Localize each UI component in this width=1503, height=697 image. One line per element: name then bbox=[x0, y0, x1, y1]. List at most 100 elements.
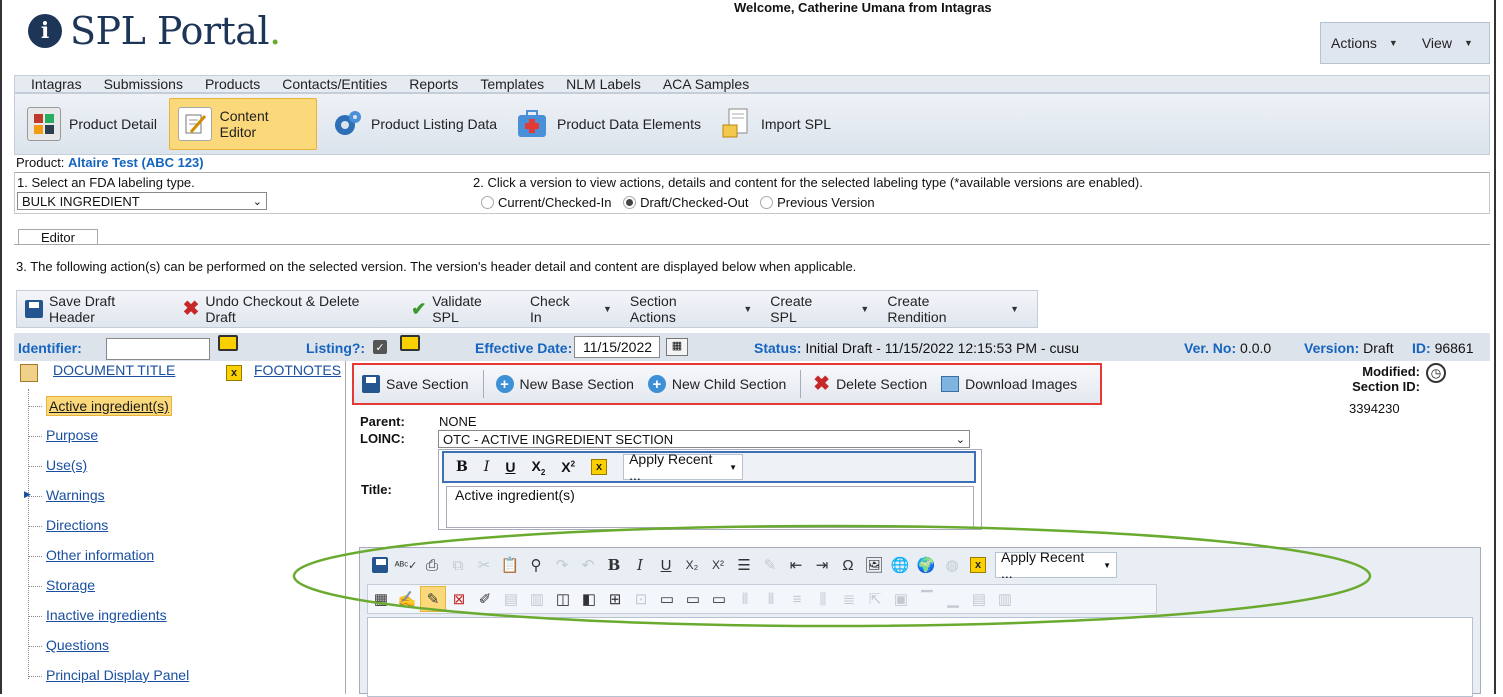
save-icon[interactable] bbox=[367, 552, 393, 578]
indent-icon[interactable]: ⇥ bbox=[809, 552, 835, 578]
delete-section-button[interactable]: ✖ Delete Section bbox=[813, 374, 927, 394]
menu-item-products[interactable]: Products bbox=[205, 76, 260, 92]
menu-item-aca-samples[interactable]: ACA Samples bbox=[663, 76, 749, 92]
product-detail-button[interactable]: Product Detail bbox=[19, 98, 165, 150]
tree-item-active-ingredients[interactable]: Active ingredient(s) bbox=[46, 396, 172, 416]
content-edit-area[interactable] bbox=[367, 617, 1473, 697]
subscript-icon[interactable]: X₂ bbox=[679, 552, 705, 578]
paste-icon[interactable]: 📋 bbox=[497, 552, 523, 578]
note-icon[interactable] bbox=[400, 335, 420, 351]
menu-item-reports[interactable]: Reports bbox=[409, 76, 458, 92]
edit-document-icon bbox=[178, 107, 212, 141]
undo-checkout-button[interactable]: ✖ Undo Checkout & Delete Draft bbox=[183, 293, 394, 325]
table-edit-icon[interactable]: ✎ bbox=[420, 586, 446, 612]
globe-link-icon[interactable]: 🌐 bbox=[887, 552, 913, 578]
superscript-icon[interactable]: X² bbox=[705, 552, 731, 578]
tree-item-warnings[interactable]: Warnings bbox=[46, 487, 105, 503]
menu-item-contacts[interactable]: Contacts/Entities bbox=[282, 76, 387, 92]
expand-arrow-icon[interactable]: ▶ bbox=[24, 489, 31, 500]
view-menu-button[interactable]: View ▼ bbox=[1422, 35, 1473, 51]
menu-item-intagras[interactable]: Intagras bbox=[31, 76, 82, 92]
download-images-button[interactable]: Download Images bbox=[941, 376, 1077, 392]
tree-item-storage[interactable]: Storage bbox=[46, 577, 95, 593]
effective-date-input[interactable]: 11/15/2022 bbox=[574, 336, 660, 358]
menu-item-nlm-labels[interactable]: NLM Labels bbox=[566, 76, 641, 92]
grid-icon[interactable]: ⊞ bbox=[602, 586, 628, 612]
menu-item-submissions[interactable]: Submissions bbox=[104, 76, 183, 92]
listing-checkbox[interactable]: ✓ bbox=[373, 340, 387, 354]
apply-recent-dropdown-2[interactable]: Apply Recent ... ▼ bbox=[995, 549, 1117, 581]
save-draft-header-button[interactable]: Save Draft Header bbox=[25, 293, 165, 325]
outdent-icon[interactable]: ⇤ bbox=[783, 552, 809, 578]
product-data-elements-button[interactable]: Product Data Elements bbox=[507, 98, 709, 150]
create-spl-menu[interactable]: Create SPL ▼ bbox=[770, 293, 869, 325]
actions-menu-button[interactable]: Actions ▼ bbox=[1331, 35, 1398, 51]
clear-format-icon[interactable]: x bbox=[591, 459, 608, 475]
merge-cell-icon[interactable]: ◧ bbox=[576, 586, 602, 612]
new-child-section-button[interactable]: + New Child Section bbox=[647, 375, 786, 393]
app-logo[interactable]: i SPL Portal. bbox=[28, 6, 281, 56]
table-icon[interactable]: ▦ bbox=[368, 586, 394, 612]
apply-recent-dropdown[interactable]: Apply Recent ... ▼ bbox=[623, 451, 744, 483]
identifier-input[interactable] bbox=[106, 338, 210, 360]
subscript-icon[interactable]: X2 bbox=[532, 458, 546, 477]
loinc-select[interactable]: OTC - ACTIVE INGREDIENT SECTION ⌄ bbox=[438, 430, 970, 448]
title-input[interactable]: Active ingredient(s) bbox=[446, 486, 974, 528]
labeling-type-select[interactable]: BULK INGREDIENT ⌄ bbox=[17, 192, 267, 210]
tree-item-uses[interactable]: Use(s) bbox=[46, 457, 87, 473]
content-editor-button[interactable]: Content Editor bbox=[169, 98, 317, 150]
bullet-list-icon[interactable]: ☰ bbox=[731, 552, 757, 578]
omega-symbol-icon[interactable]: Ω bbox=[835, 552, 861, 578]
superscript-icon[interactable]: X2 bbox=[561, 459, 575, 475]
italic-icon[interactable]: I bbox=[484, 459, 490, 475]
align-right-icon[interactable]: ▭ bbox=[706, 586, 732, 612]
create-rendition-menu[interactable]: Create Rendition ▼ bbox=[887, 293, 1019, 325]
import-spl-button[interactable]: Import SPL bbox=[711, 98, 839, 150]
menu-item-templates[interactable]: Templates bbox=[480, 76, 544, 92]
print-icon[interactable]: ⎙ bbox=[419, 552, 445, 578]
globe-unlink-icon[interactable]: 🌍 bbox=[913, 552, 939, 578]
tree-item-principal-display-panel[interactable]: Principal Display Panel bbox=[46, 667, 189, 683]
underline-icon[interactable]: U bbox=[653, 552, 679, 578]
bold-icon[interactable]: B bbox=[456, 459, 468, 475]
italic-icon[interactable]: I bbox=[627, 552, 653, 578]
radio-current[interactable] bbox=[481, 196, 494, 209]
tab-editor[interactable]: Editor bbox=[18, 229, 98, 245]
spellcheck-icon[interactable]: ᴬᴮᶜ✓ bbox=[393, 552, 419, 578]
tree-item-purpose[interactable]: Purpose bbox=[46, 427, 98, 443]
split-cell-icon[interactable]: ◫ bbox=[550, 586, 576, 612]
product-listing-button[interactable]: Product Listing Data bbox=[321, 98, 505, 150]
calendar-icon[interactable]: ▦ bbox=[666, 338, 688, 356]
clear-format-icon[interactable]: x bbox=[965, 552, 991, 578]
section-actions-menu[interactable]: Section Actions ▼ bbox=[630, 293, 752, 325]
header-row-icon: ▔ bbox=[921, 591, 933, 608]
find-icon[interactable]: ⚲ bbox=[523, 552, 549, 578]
info-logo-icon: i bbox=[28, 14, 62, 48]
note-icon[interactable] bbox=[218, 335, 238, 351]
footnotes-link[interactable]: FOOTNOTES bbox=[254, 362, 341, 378]
column-icon: ▥ bbox=[529, 591, 545, 608]
validate-spl-button[interactable]: ✔ Validate SPL bbox=[411, 293, 512, 325]
status-value: Initial Draft - 11/15/2022 12:15:53 PM -… bbox=[805, 340, 1080, 356]
table-properties-icon[interactable]: ✍ bbox=[394, 586, 420, 612]
delete-table-icon[interactable]: ⊠ bbox=[446, 586, 472, 612]
insert-image-icon[interactable]: 🖼 bbox=[861, 552, 887, 578]
new-base-section-button[interactable]: + New Base Section bbox=[495, 375, 634, 393]
id-value: 96861 bbox=[1434, 340, 1474, 356]
insert-column-left-icon: ⫴ bbox=[741, 590, 749, 608]
radio-previous[interactable] bbox=[760, 196, 774, 209]
tree-item-other-information[interactable]: Other information bbox=[46, 547, 154, 563]
tree-item-questions[interactable]: Questions bbox=[46, 637, 109, 653]
check-in-menu[interactable]: Check In ▼ bbox=[530, 293, 612, 325]
product-name-link[interactable]: Altaire Test (ABC 123) bbox=[68, 155, 204, 170]
document-title-link[interactable]: DOCUMENT TITLE bbox=[53, 362, 175, 378]
tree-item-inactive-ingredients[interactable]: Inactive ingredients bbox=[46, 607, 167, 623]
bold-icon[interactable]: B bbox=[601, 552, 627, 578]
cell-properties-icon[interactable]: ✐ bbox=[472, 586, 498, 612]
tree-item-directions[interactable]: Directions bbox=[46, 517, 108, 533]
radio-draft[interactable] bbox=[623, 196, 637, 209]
align-left-icon[interactable]: ▭ bbox=[654, 586, 680, 612]
align-center-icon[interactable]: ▭ bbox=[680, 586, 706, 612]
underline-icon[interactable]: U bbox=[505, 459, 515, 475]
save-section-button[interactable]: Save Section bbox=[362, 375, 469, 393]
